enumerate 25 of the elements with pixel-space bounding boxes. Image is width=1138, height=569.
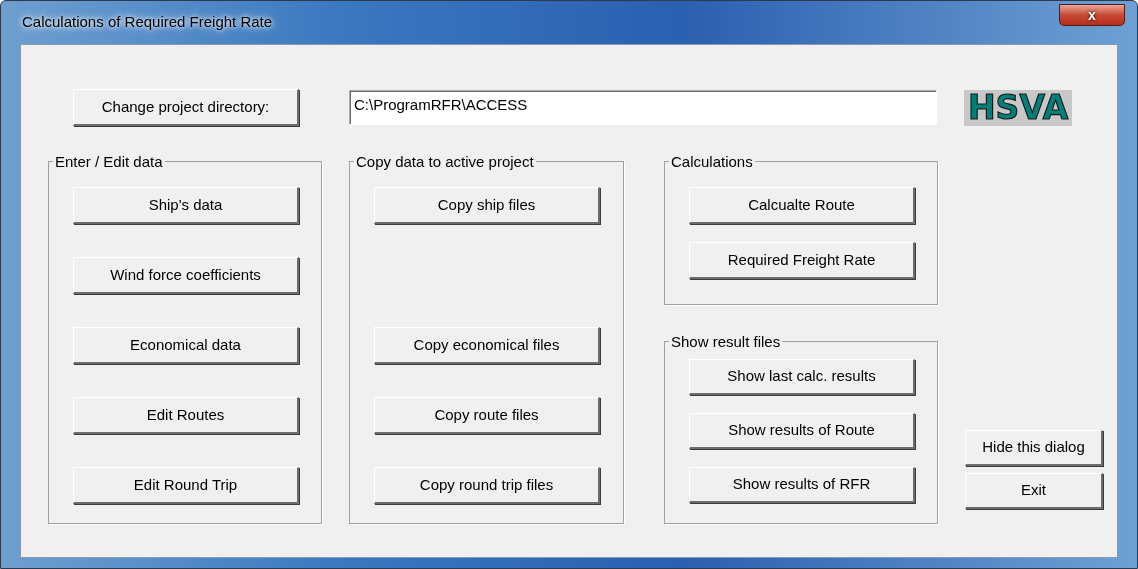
action-button[interactable]: Calcualte Route	[689, 187, 915, 224]
action-button[interactable]: Copy ship files	[374, 187, 600, 224]
action-button[interactable]: Required Freight Rate	[689, 242, 915, 279]
logo: HSVA	[964, 89, 1073, 126]
change-directory-button[interactable]: Change project directory:	[73, 89, 299, 126]
action-button[interactable]: Wind force coefficients	[73, 257, 299, 294]
action-button[interactable]: Copy round trip files	[374, 467, 600, 504]
close-button[interactable]: x	[1059, 3, 1125, 26]
dialog-button[interactable]: Exit	[965, 473, 1103, 509]
action-button[interactable]: Economical data	[73, 327, 299, 364]
group-label: Calculations	[670, 154, 754, 169]
window-title: Calculations of Required Freight Rate	[22, 12, 273, 33]
action-button[interactable]: Show results of RFR	[689, 467, 915, 503]
action-button[interactable]: Show last calc. results	[689, 359, 915, 395]
action-button[interactable]: Show results of Route	[689, 413, 915, 449]
action-button[interactable]: Ship's data	[73, 187, 299, 224]
group-label: Enter / Edit data	[54, 154, 164, 169]
action-button[interactable]: Copy route files	[374, 397, 600, 434]
directory-field[interactable]: C:\ProgramRFR\ACCESS	[349, 90, 937, 125]
group-label: Copy data to active project	[355, 154, 535, 169]
action-button[interactable]: Edit Routes	[73, 397, 299, 434]
action-button[interactable]: Copy economical files	[374, 327, 600, 364]
action-button[interactable]: Edit Round Trip	[73, 467, 299, 504]
group-label: Show result files	[670, 334, 782, 349]
dialog-button[interactable]: Hide this dialog	[965, 430, 1103, 466]
